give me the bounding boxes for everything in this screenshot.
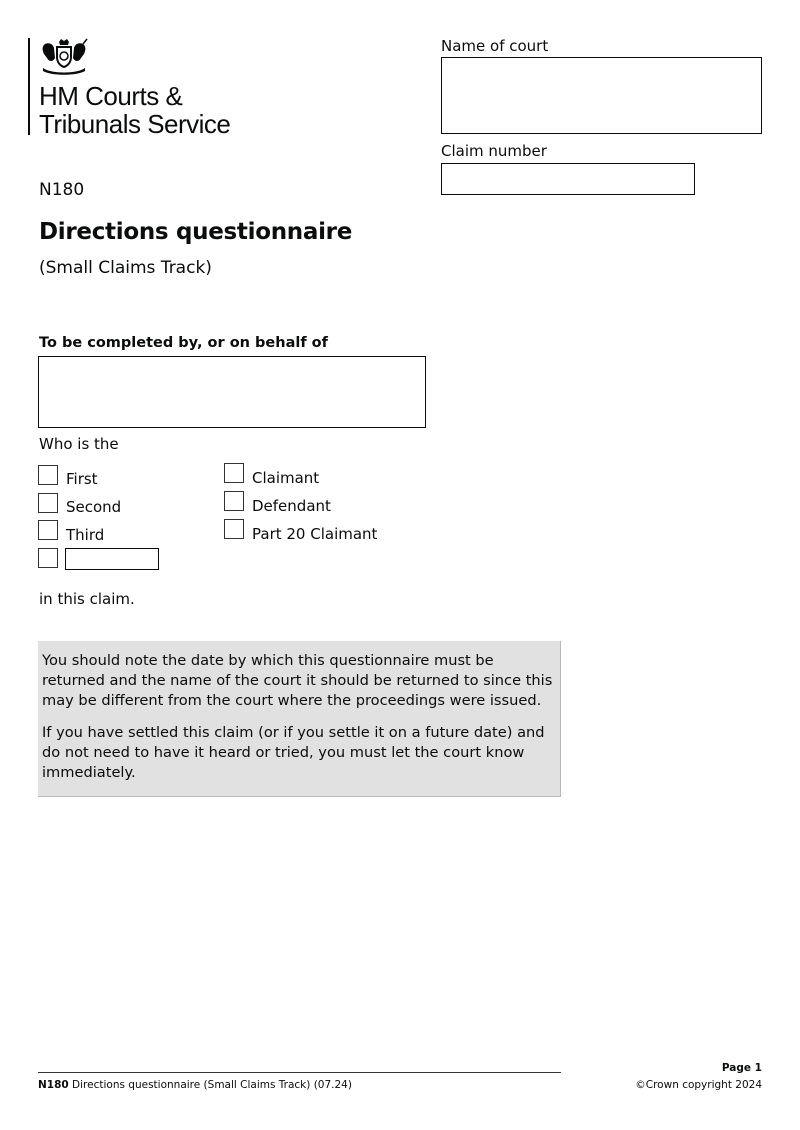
claim-number-input[interactable] [441, 163, 695, 195]
organisation-name-line2: Tribunals Service [39, 109, 231, 139]
claim-number-label: Claim number [441, 142, 547, 160]
third-checkbox[interactable] [38, 520, 58, 540]
part-20-claimant-checkbox[interactable] [224, 519, 244, 539]
royal-coat-of-arms-icon [42, 38, 88, 75]
page-subtitle: (Small Claims Track) [39, 258, 212, 278]
notice-paragraph-1: You should note the date by which this q… [42, 652, 553, 709]
page-title: Directions questionnaire [39, 219, 353, 245]
completed-by-input[interactable] [38, 356, 426, 428]
form-code: N180 [39, 180, 85, 200]
copyright-notice: ©Crown copyright 2024 [635, 1079, 762, 1091]
first-checkbox[interactable] [38, 465, 58, 485]
other-position-input[interactable] [65, 548, 159, 570]
footer-divider [38, 1072, 561, 1073]
brand-divider [28, 38, 30, 135]
footer-form-reference: N180 Directions questionnaire (Small Cla… [38, 1079, 352, 1091]
notice-box: You should note the date by which this q… [38, 641, 561, 797]
completed-by-label: To be completed by, or on behalf of [39, 335, 328, 351]
name-of-court-label: Name of court [441, 37, 549, 55]
in-this-claim-text: in this claim. [39, 590, 135, 608]
other-position-checkbox[interactable] [38, 548, 58, 568]
first-checkbox-label: First [66, 470, 98, 488]
who-is-the-label: Who is the [39, 435, 119, 453]
second-checkbox-label: Second [66, 498, 122, 516]
part-20-claimant-checkbox-label: Part 20 Claimant [252, 525, 378, 543]
notice-paragraph-2: If you have settled this claim (or if yo… [42, 724, 545, 781]
third-checkbox-label: Third [66, 526, 105, 544]
name-of-court-input[interactable] [441, 57, 762, 134]
second-checkbox[interactable] [38, 493, 58, 513]
footer-form-code: N180 [38, 1079, 69, 1091]
defendant-checkbox[interactable] [224, 491, 244, 511]
claimant-checkbox[interactable] [224, 463, 244, 483]
page-number: Page 1 [721, 1062, 762, 1074]
organisation-name-line1: HM Courts & [39, 81, 183, 111]
footer-form-description: Directions questionnaire (Small Claims T… [68, 1079, 352, 1091]
claimant-checkbox-label: Claimant [252, 469, 320, 487]
organisation-name: HM Courts & Tribunals Service [39, 81, 231, 139]
defendant-checkbox-label: Defendant [252, 497, 331, 515]
